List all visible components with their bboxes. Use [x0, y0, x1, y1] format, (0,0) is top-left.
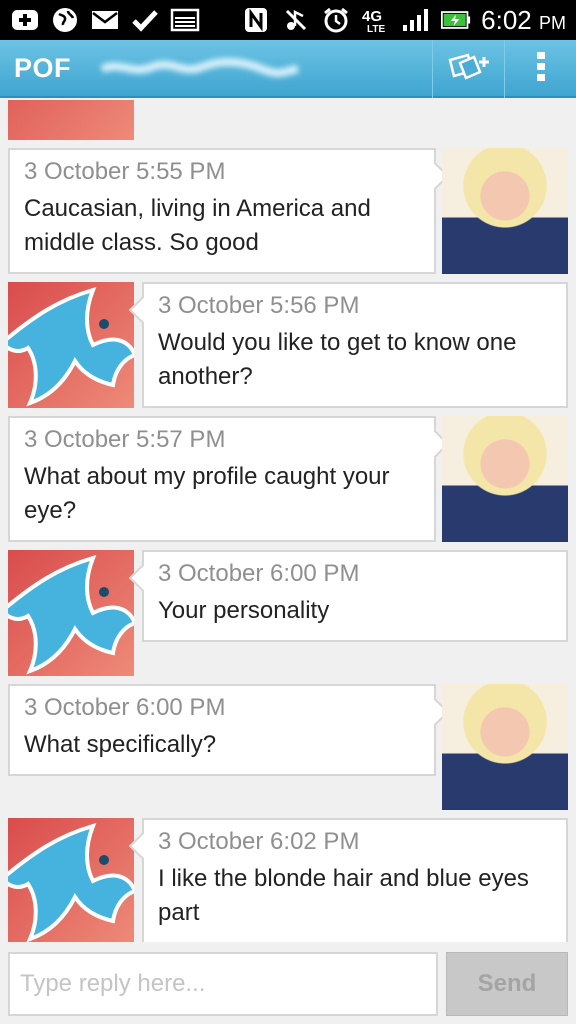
message-timestamp: 3 October 6:00 PM: [158, 560, 360, 587]
clock: 6:02 PM: [481, 5, 566, 36]
clock-time: 6:02: [481, 4, 532, 35]
app-bar: POF: [0, 40, 576, 98]
message-timestamp: 3 October 6:00 PM: [24, 694, 226, 721]
battery-charging-icon: [441, 7, 471, 33]
signal-icon: [401, 7, 431, 33]
overflow-menu-button[interactable]: [504, 40, 576, 98]
my-avatar[interactable]: [8, 550, 134, 676]
my-avatar[interactable]: [8, 818, 134, 942]
message-sent: 3 October 6:02 PM I like the blonde hair…: [142, 818, 568, 942]
add-icon: [10, 7, 40, 33]
her-avatar[interactable]: [442, 684, 568, 810]
nfc-icon: [241, 7, 271, 33]
pof-logo[interactable]: POF: [0, 53, 100, 84]
her-avatar[interactable]: [442, 148, 568, 274]
message-sent: 3 October 5:56 PM Would you like to get …: [142, 282, 568, 408]
fish-icon: [8, 822, 134, 942]
send-button[interactable]: Send: [446, 952, 568, 1016]
status-right-icons: 4G LTE 6:02 PM: [241, 5, 566, 36]
message-timestamp: 3 October 6:02 PM: [158, 828, 360, 855]
fish-icon: [8, 554, 134, 675]
check-icon: [130, 7, 160, 33]
message-timestamp: 3 October 5:57 PM: [24, 426, 226, 453]
status-left-icons: [10, 7, 200, 33]
add-photo-icon: [447, 50, 491, 89]
svg-text:LTE: LTE: [367, 24, 385, 34]
mute-icon: [281, 7, 311, 33]
reply-input[interactable]: [8, 952, 438, 1016]
message-sent: 3 October 6:00 PM Your personality: [142, 550, 568, 642]
reply-composer: Send: [0, 944, 576, 1024]
4g-lte-icon: 4G LTE: [361, 7, 391, 34]
overflow-menu-icon: [536, 51, 546, 87]
clock-ampm: PM: [539, 12, 566, 33]
add-photo-button[interactable]: [432, 40, 504, 98]
message-received: 3 October 5:57 PM What about my profile …: [8, 416, 436, 542]
globe-icon: [50, 7, 80, 33]
message-text: Your personality: [158, 597, 330, 624]
status-bar: 4G LTE 6:02 PM: [0, 0, 576, 40]
message-text: I like the blonde hair and blue eyes par…: [158, 865, 529, 926]
svg-text:4G: 4G: [362, 8, 382, 25]
message-received: 3 October 5:55 PM Caucasian, living in A…: [8, 148, 436, 274]
message-text: Caucasian, living in America and middle …: [24, 195, 371, 256]
image-icon: [170, 7, 200, 33]
message-timestamp: 3 October 5:55 PM: [24, 158, 226, 185]
message-text: What about my profile caught your eye?: [24, 463, 390, 524]
fish-icon: [8, 286, 134, 407]
my-avatar[interactable]: [8, 282, 134, 408]
message-timestamp: 3 October 5:56 PM: [158, 292, 360, 319]
alarm-icon: [321, 7, 351, 33]
message-text: Would you like to get to know one anothe…: [158, 329, 517, 390]
mail-icon: [90, 7, 120, 33]
message-received: 3 October 6:00 PM What specifically?: [8, 684, 436, 776]
message-text: What specifically?: [24, 731, 217, 758]
conversation-username: [100, 53, 300, 83]
conversation-list[interactable]: 3 October 5:55 PM Caucasian, living in A…: [0, 100, 576, 942]
my-avatar-partial[interactable]: [8, 100, 134, 140]
her-avatar[interactable]: [442, 416, 568, 542]
